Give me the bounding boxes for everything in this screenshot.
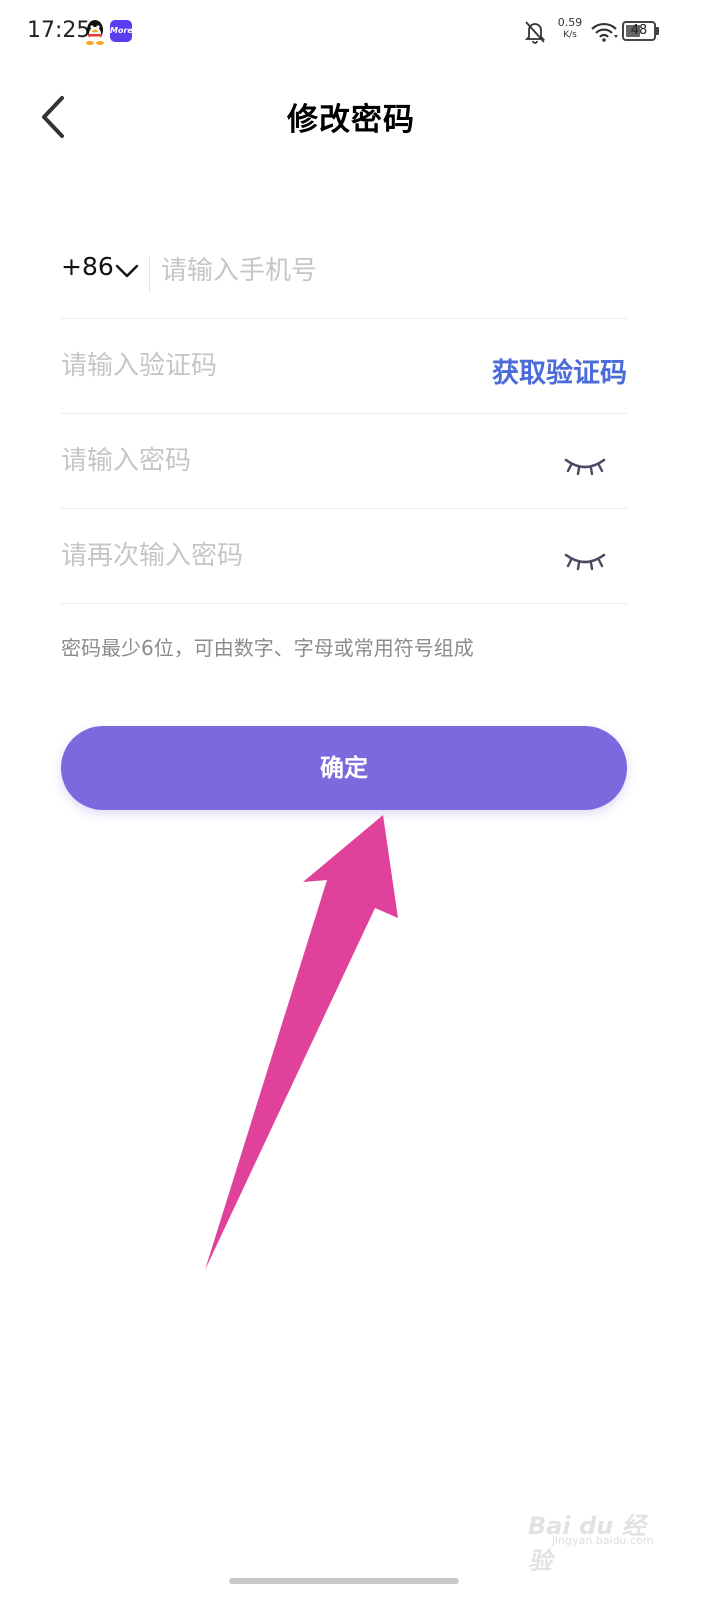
country-code-selector[interactable]: +86 xyxy=(61,252,114,281)
status-bar: 17:25 More 0.59 K/s 48 xyxy=(0,0,702,64)
wifi-icon xyxy=(591,22,618,42)
verification-code-input[interactable] xyxy=(61,344,481,388)
confirm-password-input[interactable] xyxy=(61,534,481,578)
chevron-down-icon[interactable] xyxy=(115,264,139,278)
code-row: 获取验证码 xyxy=(61,319,627,414)
password-row xyxy=(61,414,627,509)
battery-tip xyxy=(656,27,659,35)
network-speed: 0.59 K/s xyxy=(555,17,585,41)
eye-closed-icon[interactable] xyxy=(563,454,607,476)
qq-penguin-icon xyxy=(86,20,104,45)
phone-row: +86 xyxy=(61,224,627,319)
bell-muted-icon xyxy=(524,21,546,44)
watermark-url: jingyan.baidu.com xyxy=(552,1534,654,1547)
get-code-button[interactable]: 获取验证码 xyxy=(492,351,627,390)
divider xyxy=(149,257,150,293)
confirm-password-row xyxy=(61,509,627,604)
more-app-icon: More xyxy=(110,20,133,42)
confirm-button[interactable]: 确定 xyxy=(61,726,627,810)
battery-percent: 48 xyxy=(630,23,648,38)
status-time: 17:25 xyxy=(27,18,91,43)
battery-indicator: 48 xyxy=(622,21,656,41)
network-speed-unit: K/s xyxy=(563,30,577,40)
baidu-jingyan-watermark: Bai du 经验 jingyan.baidu.com xyxy=(528,1502,658,1575)
eye-closed-icon[interactable] xyxy=(563,549,607,571)
password-hint: 密码最少6位，可由数字、字母或常用符号组成 xyxy=(61,636,474,660)
password-input[interactable] xyxy=(61,439,481,483)
page-title: 修改密码 xyxy=(287,102,415,138)
network-speed-value: 0.59 xyxy=(557,16,583,29)
phone-input[interactable] xyxy=(161,249,611,293)
home-indicator[interactable] xyxy=(229,1578,459,1584)
